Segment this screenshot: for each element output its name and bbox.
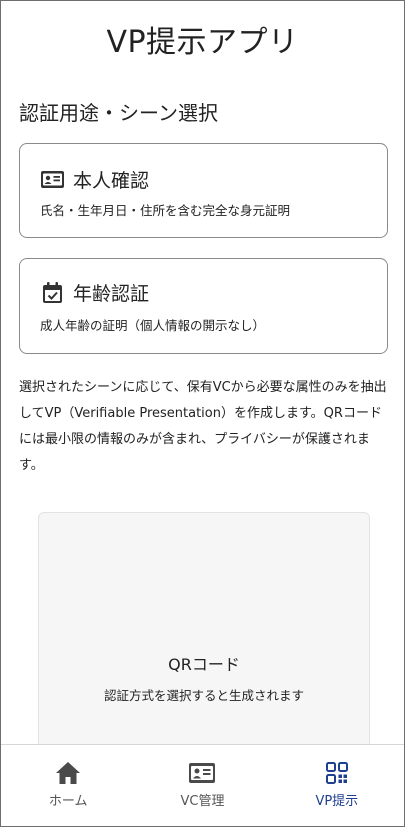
nav-label: ホーム (48, 794, 88, 809)
scene-card-identity[interactable]: 本人確認 氏名・生年月日・住所を含む完全な身元証明 (19, 143, 388, 238)
scene-card-age[interactable]: 年齢認証 成人年齢の証明（個人情報の開示なし） (19, 258, 388, 354)
nav-label: VC管理 (180, 794, 225, 809)
section-title: 認証用途・シーン選択 (19, 101, 218, 125)
qr-code-placeholder: QRコード 認証方式を選択すると生成されます (38, 512, 370, 774)
card-title: 年齢認証 (73, 283, 150, 305)
qr-code-icon (323, 759, 351, 787)
calendar-check-icon (40, 282, 64, 304)
id-card-icon (40, 169, 64, 191)
page-title: VP提示アプリ (106, 25, 299, 60)
qr-subtitle: 認証方式を選択すると生成されます (103, 688, 304, 703)
qr-title: QRコード (168, 655, 240, 674)
card-header: 本人確認 (40, 166, 149, 193)
id-card-icon (188, 759, 216, 787)
nav-item-home[interactable]: ホーム (1, 745, 135, 826)
nav-label: VP提示 (315, 794, 359, 809)
description-text: 選択されたシーンに応じて、保有VCから必要な属性のみを抽出してVP（Verifi… (19, 380, 387, 473)
app-frame: VP提示アプリ 認証用途・シーン選択 本人確認 氏名・生年月日・住所を含む完全な… (0, 0, 405, 827)
nav-item-vc-management[interactable]: VC管理 (135, 745, 269, 826)
bottom-navigation: ホーム VC管理 VP提示 (1, 744, 404, 826)
home-icon (54, 759, 82, 787)
card-description: 氏名・生年月日・住所を含む完全な身元証明 (40, 203, 291, 218)
card-header: 年齢認証 (40, 279, 149, 306)
nav-item-vp-presentation[interactable]: VP提示 (270, 745, 404, 826)
card-description: 成人年齢の証明（個人情報の開示なし） (40, 318, 266, 333)
card-title: 本人確認 (73, 170, 150, 192)
